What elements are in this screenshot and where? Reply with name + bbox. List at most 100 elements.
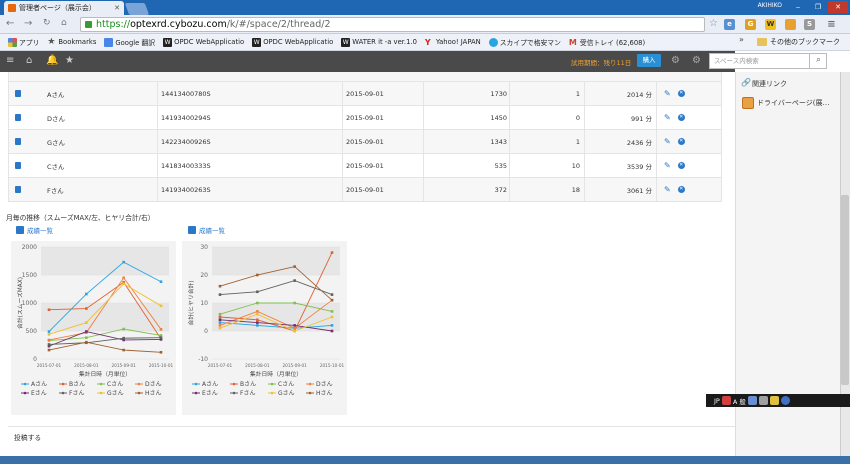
record-detail-link[interactable]	[15, 130, 21, 153]
record-detail-link[interactable]	[15, 178, 21, 201]
tab-title: 管理者ページ（展示会）	[19, 4, 96, 12]
x-tick-label: 2015-07-01	[37, 363, 62, 368]
minimize-icon[interactable]: ‒	[788, 1, 808, 13]
notification-bell-icon[interactable]: 🔔	[46, 55, 58, 66]
table-row: Gさん 14223400926S 2015-09-01 1343 1 2436 分 ✎ ✕	[9, 130, 721, 154]
bookmark-bookmarks[interactable]: ★ Bookmarks	[43, 38, 100, 47]
legend-marker	[137, 382, 141, 386]
column-divider	[157, 106, 158, 129]
column-divider	[656, 178, 657, 201]
column-divider	[584, 154, 585, 177]
buy-button[interactable]: 購入	[637, 54, 661, 67]
user-name[interactable]: AKIHIKO	[758, 2, 782, 9]
y-tick-label: 0	[204, 328, 208, 335]
ime-tool-icon[interactable]	[769, 396, 779, 405]
series-line-Fさん	[48, 337, 162, 345]
settings-gear-icon[interactable]: ⚙	[671, 55, 680, 66]
hamburger-menu-icon[interactable]: ≡	[6, 55, 14, 66]
edit-pencil-icon[interactable]: ✎	[664, 113, 671, 122]
ime-mode[interactable]: A 般	[733, 396, 746, 406]
edit-pencil-icon[interactable]: ✎	[664, 89, 671, 98]
kintone-header: ≡ ⌂ 🔔 ★ 試用期間：残り11日 購入 ⚙ ⚙	[0, 51, 735, 72]
language-indicator[interactable]: JP	[714, 397, 720, 405]
record-detail-link[interactable]	[15, 106, 21, 129]
reload-icon[interactable]: ↻	[43, 18, 51, 28]
ime-icon[interactable]	[721, 396, 731, 405]
back-arrow-icon[interactable]: ←	[6, 18, 14, 29]
maximize-icon[interactable]: ❐	[808, 1, 828, 13]
extension-icon[interactable]: G	[745, 19, 756, 30]
bookmark-apps[interactable]: アプリ	[4, 37, 43, 47]
close-window-icon[interactable]: ✕	[828, 1, 848, 13]
bookmark-yahoo[interactable]: Y Yahoo! JAPAN	[421, 38, 485, 47]
address-bar: ← → ↻ ⌂ https://optexrd.cybozu.com/k/#/s…	[0, 15, 850, 34]
user-settings-icon[interactable]: ⚙	[692, 55, 701, 66]
ime-tool-icon[interactable]	[747, 396, 757, 405]
cell-time: 2014 分	[626, 90, 652, 99]
s-extension-icon[interactable]: S	[804, 19, 815, 30]
url-input[interactable]: https://optexrd.cybozu.com/k/#/space/2/t…	[80, 17, 705, 32]
bookmark-star-icon[interactable]: ☆	[709, 18, 718, 29]
bookmarks-more-icon[interactable]: »	[739, 35, 744, 44]
forward-arrow-icon[interactable]: →	[24, 18, 32, 29]
y-tick-label: 20	[200, 272, 208, 279]
data-point	[330, 329, 334, 333]
bookmark-water[interactable]: W WATER it -a ver.1.0	[337, 37, 421, 47]
grade-list-link[interactable]: 成績一覧	[188, 225, 225, 235]
legend-label: Hさん	[145, 390, 162, 397]
close-tab-icon[interactable]: ✕	[114, 4, 120, 12]
grade-list-link[interactable]: 成績一覧	[16, 225, 53, 235]
delete-icon[interactable]: ✕	[677, 186, 685, 193]
data-point	[85, 330, 88, 333]
row-actions: ✎ ✕	[664, 82, 685, 105]
record-detail-link[interactable]	[15, 82, 21, 105]
bookmark-skype[interactable]: スカイプで格安マン	[485, 37, 565, 47]
bookmark-gmail[interactable]: M 受信トレイ (62,608)	[565, 37, 649, 48]
delete-icon[interactable]: ✕	[677, 162, 685, 169]
y-axis-label: 合計(ヒヤリ合計)	[187, 280, 195, 325]
menu-icon[interactable]: ≡	[826, 19, 837, 30]
edit-pencil-icon[interactable]: ✎	[664, 161, 671, 170]
cell-v2: 10	[571, 161, 580, 170]
edit-pencil-icon[interactable]: ✎	[664, 137, 671, 146]
edit-pencil-icon[interactable]: ✎	[664, 185, 671, 194]
bookmark-opdc-2[interactable]: W OPDC WebApplicatio	[248, 37, 337, 47]
x-tick-label: 2015-08-01	[245, 363, 270, 368]
browser-window: 管理者ページ（展示会） ✕ AKIHIKO ‒ ❐ ✕ ← → ↻ ⌂ http…	[0, 0, 850, 464]
url-text: https://optexrd.cybozu.com/k/#/space/2/t…	[96, 19, 331, 30]
legend-marker	[137, 391, 141, 395]
post-button[interactable]: 投稿する	[14, 432, 41, 442]
data-point	[159, 350, 163, 354]
data-point	[330, 310, 334, 313]
column-divider	[509, 82, 510, 105]
home-icon[interactable]: ⌂	[61, 18, 67, 28]
cell-id: 14193400263S	[161, 185, 211, 194]
favorite-star-icon[interactable]: ★	[65, 55, 74, 66]
delete-icon[interactable]: ✕	[677, 114, 685, 121]
delete-icon[interactable]: ✕	[677, 138, 685, 145]
data-point	[293, 265, 296, 268]
column-divider	[157, 178, 158, 201]
home-icon[interactable]: ⌂	[26, 55, 32, 66]
new-tab-button[interactable]	[124, 3, 150, 15]
driver-page-link[interactable]: ドライバーページ(展…	[742, 97, 829, 109]
extension-icon[interactable]: e	[724, 19, 735, 30]
data-point	[122, 276, 125, 280]
column-divider	[423, 154, 424, 177]
search-icon[interactable]: ⌕	[809, 53, 827, 69]
data-point	[159, 280, 163, 284]
record-detail-link[interactable]	[15, 154, 21, 177]
legend-marker	[23, 391, 27, 395]
scrollbar-thumb[interactable]	[841, 195, 849, 385]
ime-tool-icon[interactable]	[758, 396, 768, 405]
help-icon[interactable]	[780, 396, 790, 405]
bookmark-google-translate[interactable]: Google 翻訳	[100, 37, 159, 47]
data-point	[85, 292, 88, 296]
delete-icon[interactable]: ✕	[677, 90, 685, 97]
w-extension-icon[interactable]: W	[765, 19, 776, 30]
extension-icon[interactable]	[785, 19, 796, 30]
browser-tab[interactable]: 管理者ページ（展示会） ✕	[4, 1, 124, 15]
other-bookmarks[interactable]: その他のブックマーク	[757, 34, 840, 50]
column-divider	[157, 82, 158, 105]
bookmark-opdc-1[interactable]: W OPDC WebApplicatio	[159, 37, 248, 47]
